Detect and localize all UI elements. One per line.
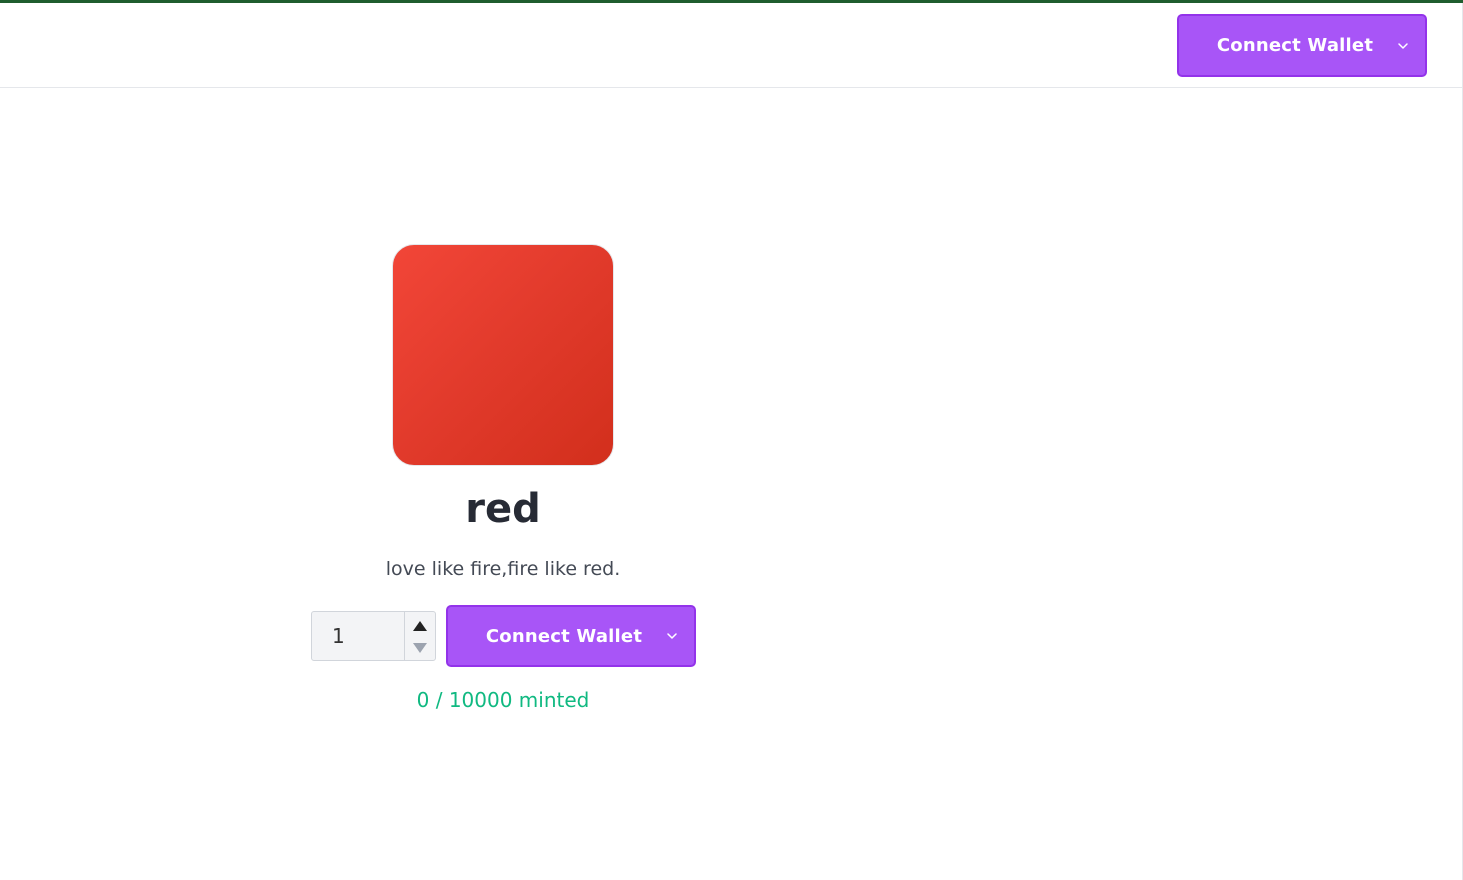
mint-card: red love like fire,fire like red. 1 Conn… [0,88,1462,880]
triangle-down-icon[interactable] [413,643,427,653]
chevron-down-icon[interactable] [666,630,678,642]
minted-count: 0 / 10000 minted [416,688,590,712]
chevron-down-icon[interactable] [1397,40,1409,52]
quantity-value[interactable]: 1 [332,624,345,648]
collection-description: love like fire,fire like red. [385,558,621,580]
connect-wallet-label: Connect Wallet [485,625,643,647]
nft-color-swatch [392,244,614,466]
spin-buttons [404,612,435,660]
collection-title: red [465,486,541,532]
triangle-up-icon[interactable] [413,621,427,631]
quantity-stepper[interactable]: 1 [311,611,436,661]
connect-wallet-label: Connect Wallet [1216,35,1374,56]
top-navbar: Connect Wallet [0,3,1462,88]
header-connect-wallet-button[interactable]: Connect Wallet [1177,14,1427,77]
mint-connect-wallet-button[interactable]: Connect Wallet [446,605,696,667]
